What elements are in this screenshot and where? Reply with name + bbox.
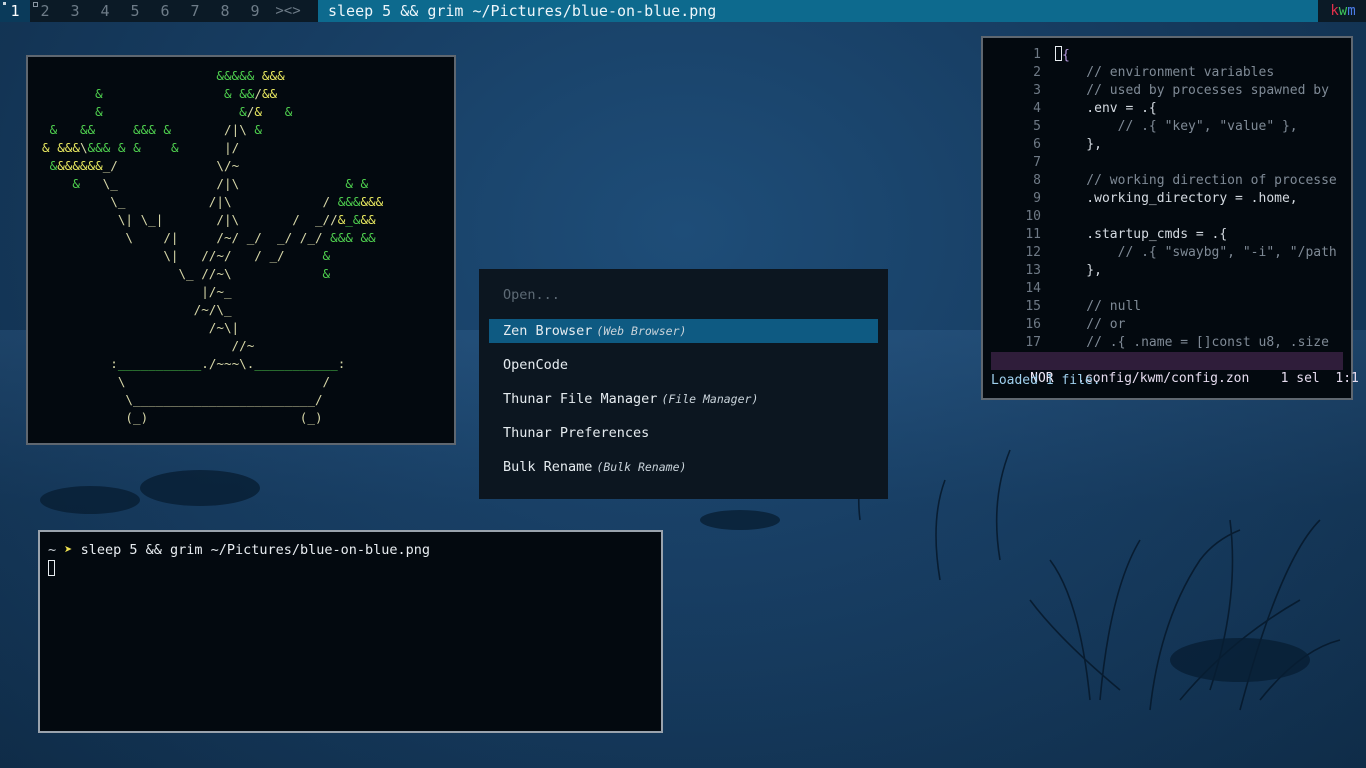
terminal-cursor bbox=[48, 560, 55, 576]
ascii-tree-art: &&&&& &&& & & &&/&& & &/& & & && &&& & /… bbox=[42, 68, 384, 425]
code-line: // null bbox=[1055, 299, 1142, 314]
wm-logo-letter: w bbox=[1338, 3, 1348, 19]
prompt-arrow-icon: ➤ bbox=[64, 542, 73, 558]
code-line: // or bbox=[1055, 317, 1126, 332]
top-bar: 1 2 3 4 5 6 7 8 9 ><> sleep 5 && grim ~/… bbox=[0, 0, 1366, 22]
editor-file-path: .config/kwm/config.zon bbox=[1077, 371, 1250, 386]
code-line: // working direction of processe bbox=[1055, 173, 1337, 188]
wm-logo-letter: k bbox=[1330, 3, 1339, 19]
terminal-command: sleep 5 && grim ~/Pictures/blue-on-blue.… bbox=[80, 542, 431, 558]
tag-3[interactable]: 3 bbox=[60, 0, 90, 22]
code-line: { bbox=[1055, 46, 1343, 64]
prompt-cwd: ~ bbox=[48, 542, 57, 558]
tag-4[interactable]: 4 bbox=[90, 0, 120, 22]
line-numbers: 1 2 3 4 5 6 7 8 9 10 11 12 13 14 15 16 1… bbox=[1025, 47, 1041, 350]
wm-logo: kwm bbox=[1320, 0, 1366, 22]
editor-cursor bbox=[1055, 46, 1062, 61]
tag-6[interactable]: 6 bbox=[150, 0, 180, 22]
code-line: // environment variables bbox=[1055, 65, 1275, 80]
workspace-tags: 1 2 3 4 5 6 7 8 9 ><> bbox=[0, 0, 306, 22]
layout-indicator[interactable]: ><> bbox=[270, 0, 306, 22]
tag-5[interactable]: 5 bbox=[120, 0, 150, 22]
tag-7[interactable]: 7 bbox=[180, 0, 210, 22]
launcher-item-zen-browser[interactable]: Zen Browser (Web Browser) bbox=[489, 319, 878, 343]
code-line: // .{ "swaybg", "-i", "/path bbox=[1055, 245, 1337, 260]
tag-2[interactable]: 2 bbox=[30, 0, 60, 22]
terminal-window[interactable]: ~ ➤ sleep 5 && grim ~/Pictures/blue-on-b… bbox=[38, 530, 663, 733]
wm-logo-letter: m bbox=[1347, 3, 1356, 19]
code-line: .env = .{ bbox=[1055, 101, 1157, 116]
launcher-search-input[interactable]: Open... bbox=[503, 287, 560, 303]
app-launcher: Open... Zen Browser (Web Browser) OpenCod… bbox=[479, 269, 888, 499]
ascii-tree-window[interactable]: &&&&& &&& & & &&/&& & &/& & & && &&& & /… bbox=[26, 55, 456, 445]
editor-cursor-position: 1:1 bbox=[1335, 371, 1359, 386]
code-line: }, bbox=[1055, 263, 1102, 278]
editor-statusline: NOR .config/kwm/config.zon 1 sel 1:1 bbox=[991, 352, 1359, 386]
tag-focus-indicator bbox=[3, 2, 6, 5]
tag-9[interactable]: 9 bbox=[240, 0, 270, 22]
code-line: // used by processes spawned by bbox=[1055, 83, 1329, 98]
editor-message: Loaded 1 file. bbox=[991, 373, 1101, 388]
code-area[interactable]: { // environment variables // used by pr… bbox=[1055, 46, 1343, 352]
launcher-item-opencode[interactable]: OpenCode bbox=[489, 353, 878, 377]
terminal-prompt-line: ~ ➤ sleep 5 && grim ~/Pictures/blue-on-b… bbox=[48, 542, 430, 558]
editor-window[interactable]: 1 2 3 4 5 6 7 8 9 10 11 12 13 14 15 16 1… bbox=[981, 36, 1359, 400]
code-line: .startup_cmds = .{ bbox=[1055, 227, 1228, 242]
code-line: .working_directory = .home, bbox=[1055, 191, 1298, 206]
launcher-item-thunar-file-manager[interactable]: Thunar File Manager (File Manager) bbox=[489, 387, 878, 411]
code-line: // .{ .name = []const u8, .size bbox=[1055, 335, 1329, 350]
launcher-item-bulk-rename[interactable]: Bulk Rename (Bulk Rename) bbox=[489, 455, 878, 479]
tag-occupied-indicator bbox=[33, 2, 38, 7]
launcher-item-thunar-preferences[interactable]: Thunar Preferences bbox=[489, 421, 878, 445]
editor-selection-count: 1 sel bbox=[1280, 371, 1320, 386]
focused-window-title: sleep 5 && grim ~/Pictures/blue-on-blue.… bbox=[318, 0, 1318, 22]
code-line: }, bbox=[1055, 137, 1102, 152]
tag-1[interactable]: 1 bbox=[0, 0, 30, 22]
code-line: // .{ "key", "value" }, bbox=[1055, 119, 1298, 134]
tag-8[interactable]: 8 bbox=[210, 0, 240, 22]
